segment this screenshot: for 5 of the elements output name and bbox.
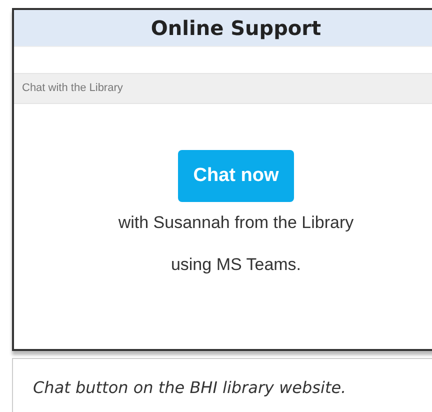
caption: Chat button on the BHI library website. <box>33 377 346 399</box>
chat-description: with Susannah from the Library using MS Teams. <box>118 212 354 276</box>
panel-title: Online Support <box>150 15 322 42</box>
chat-now-button[interactable]: Chat now <box>178 150 294 202</box>
section-title: Chat with the Library <box>22 81 123 96</box>
